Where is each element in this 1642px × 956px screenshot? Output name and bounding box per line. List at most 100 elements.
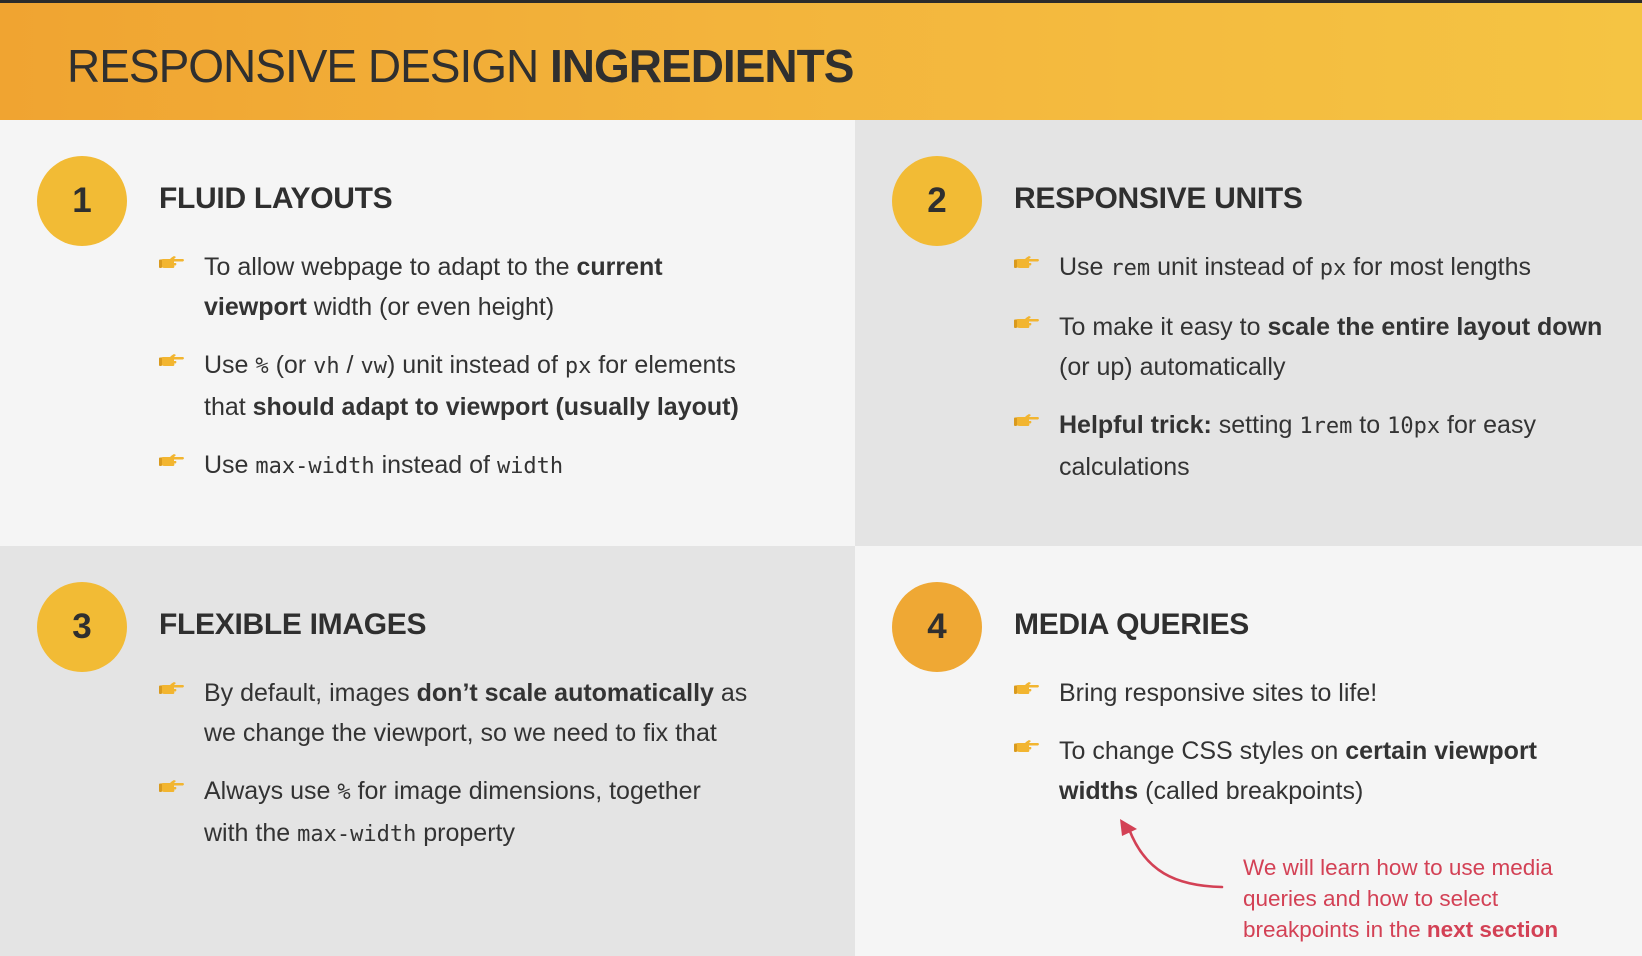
text-segment: for elements [591,351,736,379]
annotation-note: We will learn how to use media queries a… [1243,852,1558,945]
title-regular: RESPONSIVE DESIGN [67,40,551,92]
text-segment: To make it easy to [1059,313,1268,341]
bullet-text: Helpful trick: setting 1rem to 10px for … [1059,405,1602,487]
bold-text: should adapt to viewport (usually layout… [252,393,739,421]
section-title: FLUID LAYOUTS [159,182,393,215]
curved-arrow-icon [1120,819,1224,889]
pointing-hand-icon [1014,682,1039,694]
title-bold: INGREDIENTS [550,40,854,92]
pointing-hand-icon [159,780,184,792]
bullet-item: Helpful trick: setting 1rem to 10px for … [1014,405,1602,487]
pointing-hand-icon [159,682,184,694]
text-segment: Use [1059,253,1111,281]
section-title: RESPONSIVE UNITS [1014,182,1303,215]
code-text: vh [313,354,340,379]
page-title: RESPONSIVE DESIGN INGREDIENTS [67,39,854,93]
section-number-badge: 1 [37,156,127,246]
text-segment: instead of [374,451,497,479]
code-text: max-width [255,454,375,479]
text-segment: (called breakpoints) [1138,777,1364,805]
text-segment: Use [204,451,256,479]
note-line: We will learn how to use media [1243,855,1553,880]
bullet-text: Use rem unit instead of px for most leng… [1059,247,1602,289]
bullet-text: Use max-width instead of width [204,445,739,487]
text-segment: By default, images [204,679,417,707]
text-segment: to [1352,411,1388,439]
text-segment: calculations [1059,453,1190,481]
section-number-badge: 3 [37,582,127,672]
section-number-badge: 4 [892,582,982,672]
bullet-item: Use % (or vh / vw) unit instead of px fo… [159,345,739,427]
bullet-text: Always use % for image dimensions, toget… [204,771,747,855]
text-segment: for image dimensions, together [350,777,701,805]
text-segment: property [416,819,515,847]
code-text: vw [360,354,387,379]
bold-text: current [576,253,663,281]
bullet-list: By default, images don’t scale automatic… [159,673,747,873]
bold-text: Helpful trick: [1059,411,1212,439]
section-title: MEDIA QUERIES [1014,608,1250,641]
pointing-hand-icon [159,354,184,366]
note-line: breakpoints in the next section [1243,914,1558,945]
bold-text: viewport [204,293,307,321]
text-segment: with the [204,819,298,847]
section-responsive-units: 2 RESPONSIVE UNITS Use rem unit instead … [855,120,1642,546]
text-segment: that [204,393,253,421]
bold-text: certain viewport [1345,737,1538,765]
pointing-hand-icon [1014,256,1039,268]
text-segment: (or [268,351,314,379]
code-text: px [1319,256,1347,281]
text-segment: Use [204,351,256,379]
bullet-list: Bring responsive sites to life! To change… [1014,673,1537,829]
code-text: max-width [297,822,417,847]
text-segment: unit instead of [1150,253,1320,281]
code-text: rem [1110,256,1151,281]
code-text: 1rem [1299,414,1353,439]
bullet-item: To change CSS styles on certain viewport… [1014,731,1537,811]
code-text: 10px [1387,414,1441,439]
bullet-list: To allow webpage to adapt to the current… [159,247,739,505]
bullet-item: Always use % for image dimensions, toget… [159,771,747,855]
bullet-item: By default, images don’t scale automatic… [159,673,747,753]
bold-text: scale the entire layout down [1267,313,1603,341]
code-text: % [255,354,269,379]
text-segment: / [339,351,361,379]
code-text: width [496,454,564,479]
bullet-item: Use max-width instead of width [159,445,739,487]
note-text: breakpoints in the [1243,917,1427,942]
bullet-text: To allow webpage to adapt to the current… [204,247,739,327]
bold-text: don’t scale automatically [416,679,714,707]
section-title: FLEXIBLE IMAGES [159,608,427,641]
bullet-item: To allow webpage to adapt to the current… [159,247,739,327]
bullet-text: To change CSS styles on certain viewport… [1059,731,1537,811]
text-segment: we change the viewport, so we need to fi… [204,719,717,747]
bullet-text: Use % (or vh / vw) unit instead of px fo… [204,345,739,427]
section-number-badge: 2 [892,156,982,246]
bold-text: widths [1059,777,1139,805]
text-segment: Bring responsive sites to life! [1059,679,1378,707]
note-line: queries and how to select [1243,886,1499,911]
bullet-text: By default, images don’t scale automatic… [204,673,747,753]
bullet-list: Use rem unit instead of px for most leng… [1014,247,1602,505]
pointing-hand-icon [159,454,184,466]
text-segment: Always use [204,777,338,805]
pointing-hand-icon [159,256,184,268]
bullet-text: To make it easy to scale the entire layo… [1059,307,1602,387]
text-segment: ) unit instead of [386,351,565,379]
text-segment: for easy [1440,411,1536,439]
text-segment: for most lengths [1346,253,1532,281]
header-banner: RESPONSIVE DESIGN INGREDIENTS [0,3,1642,120]
bullet-text: Bring responsive sites to life! [1059,673,1537,713]
text-segment: To allow webpage to adapt to the [204,253,577,281]
bullet-item: To make it easy to scale the entire layo… [1014,307,1602,387]
text-segment: as [713,679,748,707]
section-flexible-images: 3 FLEXIBLE IMAGES By default, images don… [0,546,855,956]
pointing-hand-icon [1014,316,1039,328]
text-segment: To change CSS styles on [1059,737,1346,765]
bullet-item: Use rem unit instead of px for most leng… [1014,247,1602,289]
text-segment: setting [1211,411,1300,439]
section-fluid-layouts: 1 FLUID LAYOUTS To allow webpage to adap… [0,120,855,546]
bullet-item: Bring responsive sites to life! [1014,673,1537,713]
pointing-hand-icon [1014,414,1039,426]
note-emphasis: next section [1426,917,1559,942]
